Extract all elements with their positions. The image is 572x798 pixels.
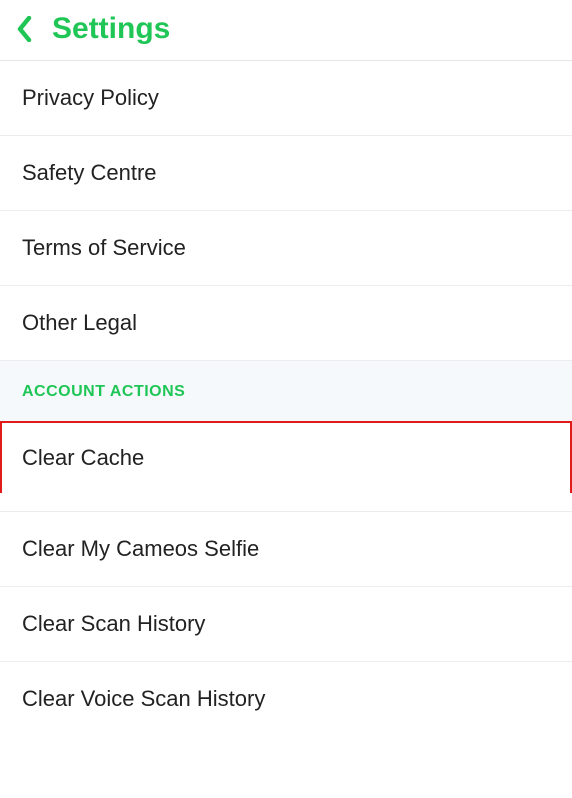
- list-item-clear-cameos-selfie[interactable]: Clear My Cameos Selfie: [0, 512, 572, 587]
- list-item-label: Clear Scan History: [22, 611, 205, 636]
- list-item-clear-scan-history[interactable]: Clear Scan History: [0, 587, 572, 662]
- list-item-clear-cache[interactable]: Clear Cache: [0, 421, 572, 493]
- settings-header: Settings: [0, 0, 572, 61]
- back-icon[interactable]: [14, 14, 36, 44]
- list-item-label: Safety Centre: [22, 160, 157, 185]
- section-header-label: ACCOUNT ACTIONS: [22, 383, 185, 400]
- list-item-label: Other Legal: [22, 310, 137, 335]
- list-item-label: Clear Cache: [22, 445, 144, 470]
- section-header-account-actions: ACCOUNT ACTIONS: [0, 361, 572, 422]
- list-item-wrap: Clear Cache: [0, 421, 572, 512]
- list-item-label: Terms of Service: [22, 235, 186, 260]
- page-title: Settings: [52, 12, 170, 46]
- list-item-label: Clear Voice Scan History: [22, 686, 265, 711]
- list-item-privacy-policy[interactable]: Privacy Policy: [0, 61, 572, 136]
- list-item-terms-of-service[interactable]: Terms of Service: [0, 211, 572, 286]
- legal-section: Privacy Policy Safety Centre Terms of Se…: [0, 61, 572, 361]
- list-item-clear-voice-scan-history[interactable]: Clear Voice Scan History: [0, 662, 572, 736]
- list-item-safety-centre[interactable]: Safety Centre: [0, 136, 572, 211]
- list-item-label: Privacy Policy: [22, 85, 159, 110]
- list-item-other-legal[interactable]: Other Legal: [0, 286, 572, 361]
- list-item-label: Clear My Cameos Selfie: [22, 536, 259, 561]
- account-actions-section: Clear Cache Clear My Cameos Selfie Clear…: [0, 421, 572, 736]
